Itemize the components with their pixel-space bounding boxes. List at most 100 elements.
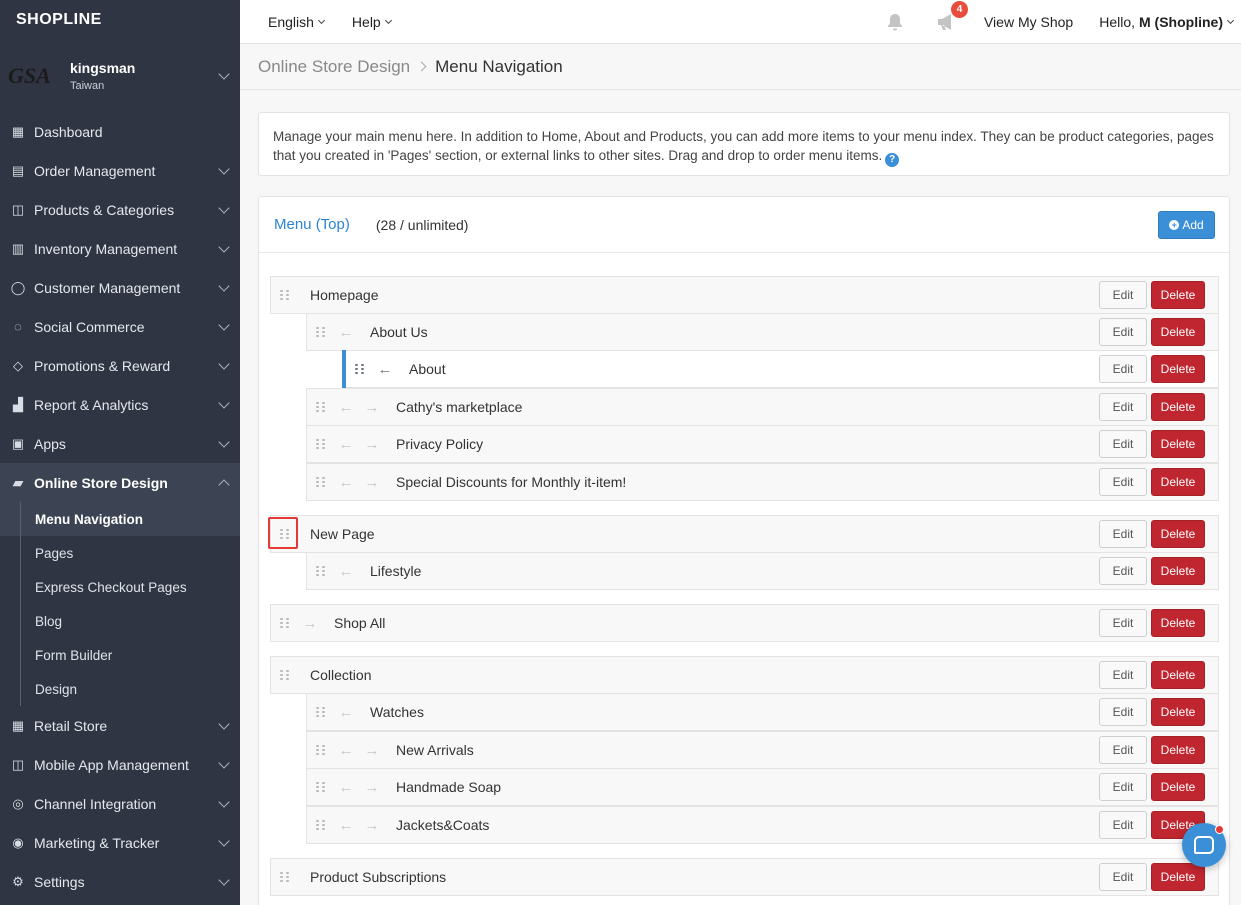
edit-button[interactable]: Edit [1099,281,1147,309]
store-switcher[interactable]: GSA kingsman Taiwan [0,40,240,112]
edit-button[interactable]: Edit [1099,773,1147,801]
view-my-shop-link[interactable]: View My Shop [984,14,1073,30]
sidebar-subitem-pages[interactable]: Pages [0,536,240,570]
sidebar-item-marketing-tracker[interactable]: ◉ Marketing & Tracker [0,823,240,862]
outdent-arrow-icon[interactable]: ← [338,743,354,758]
drag-handle-icon[interactable] [280,289,290,301]
drag-handle-icon[interactable] [316,819,326,831]
edit-button[interactable]: Edit [1099,736,1147,764]
delete-button[interactable]: Delete [1151,281,1205,309]
sidebar-item-mobile-app-management[interactable]: ◫ Mobile App Management [0,745,240,784]
delete-button[interactable]: Delete [1151,393,1205,421]
edit-button[interactable]: Edit [1099,355,1147,383]
menu-row[interactable]: ← → Privacy Policy Edit Delete [306,425,1219,463]
edit-button[interactable]: Edit [1099,318,1147,346]
outdent-arrow-icon[interactable]: ← [338,475,354,490]
delete-button[interactable]: Delete [1151,318,1205,346]
indent-arrow-icon[interactable]: → [302,616,318,631]
user-menu[interactable]: Hello, M (Shopline) [1099,14,1235,30]
menu-row[interactable]: ← → Special Discounts for Monthly it-item!… [306,463,1219,501]
drag-handle-icon[interactable] [280,669,290,681]
edit-button[interactable]: Edit [1099,661,1147,689]
help-dropdown[interactable]: Help [352,14,392,30]
edit-button[interactable]: Edit [1099,468,1147,496]
edit-button[interactable]: Edit [1099,557,1147,585]
outdent-arrow-icon[interactable]: ← [338,780,354,795]
indent-arrow-icon[interactable]: → [364,818,380,833]
sidebar-item-products-categories[interactable]: ◫ Products & Categories [0,190,240,229]
edit-button[interactable]: Edit [1099,520,1147,548]
menu-row[interactable]: → Shop All Edit Delete [270,604,1219,642]
drag-handle-icon[interactable] [316,326,326,338]
sidebar-subitem-menu-navigation[interactable]: Menu Navigation [0,502,240,536]
edit-button[interactable]: Edit [1099,698,1147,726]
breadcrumb-parent[interactable]: Online Store Design [258,57,410,77]
chat-widget[interactable] [1182,823,1226,867]
sidebar-item-promotions-reward[interactable]: ◇ Promotions & Reward [0,346,240,385]
sidebar-item-settings[interactable]: ⚙ Settings [0,862,240,901]
outdent-arrow-icon[interactable]: ← [338,400,354,415]
sidebar-item-inventory-management[interactable]: ▥ Inventory Management [0,229,240,268]
outdent-arrow-icon[interactable]: ← [338,564,354,579]
language-dropdown[interactable]: English [268,14,325,30]
outdent-arrow-icon[interactable]: ← [338,818,354,833]
drag-handle-icon[interactable] [280,617,290,629]
menu-row[interactable]: Homepage Edit Delete [270,276,1219,314]
delete-button[interactable]: Delete [1151,736,1205,764]
menu-panel-title[interactable]: Menu (Top) [274,216,350,233]
edit-button[interactable]: Edit [1099,863,1147,891]
indent-arrow-icon[interactable]: → [364,437,380,452]
bell-icon[interactable] [884,11,906,33]
sidebar-item-channel-integration[interactable]: ◎ Channel Integration [0,784,240,823]
question-icon[interactable]: ? [885,152,900,167]
drag-handle-icon[interactable] [316,565,326,577]
drag-handle-icon[interactable] [280,871,290,883]
sidebar-item-online-store-design[interactable]: ▰ Online Store Design [0,463,240,502]
delete-button[interactable]: Delete [1151,609,1205,637]
menu-row[interactable]: Collection Edit Delete [270,656,1219,694]
menu-row[interactable]: ← Watches Edit Delete [306,693,1219,731]
delete-button[interactable]: Delete [1151,520,1205,548]
delete-button[interactable]: Delete [1151,430,1205,458]
delete-button[interactable]: Delete [1151,468,1205,496]
drag-handle-icon[interactable] [316,438,326,450]
indent-arrow-icon[interactable]: → [364,400,380,415]
edit-button[interactable]: Edit [1099,811,1147,839]
menu-row[interactable]: ← About Edit Delete [342,350,1219,388]
menu-row[interactable]: ← → Cathy's marketplace Edit Delete [306,388,1219,426]
menu-row[interactable]: ← → Handmade Soap Edit Delete [306,768,1219,806]
outdent-arrow-icon[interactable]: ← [338,437,354,452]
sidebar-item-social-commerce[interactable]: ◌ Social Commerce [0,307,240,346]
menu-row[interactable]: ← → Jackets&Coats Edit Delete [306,806,1219,844]
delete-button[interactable]: Delete [1151,661,1205,689]
drag-handle-icon[interactable] [316,476,326,488]
menu-row[interactable]: ← Lifestyle Edit Delete [306,552,1219,590]
sidebar-item-dashboard[interactable]: ▦ Dashboard [0,112,240,151]
drag-handle-icon[interactable] [355,363,365,375]
edit-button[interactable]: Edit [1099,393,1147,421]
sidebar-item-customer-management[interactable]: ◯ Customer Management [0,268,240,307]
drag-handle-icon[interactable] [316,706,326,718]
outdent-arrow-icon[interactable]: ← [338,325,354,340]
megaphone-icon[interactable]: 4 [934,1,968,33]
outdent-arrow-icon[interactable]: ← [338,705,354,720]
delete-button[interactable]: Delete [1151,773,1205,801]
edit-button[interactable]: Edit [1099,430,1147,458]
indent-arrow-icon[interactable]: → [364,780,380,795]
delete-button[interactable]: Delete [1151,863,1205,891]
drag-handle-icon[interactable] [316,781,326,793]
delete-button[interactable]: Delete [1151,698,1205,726]
sidebar-item-order-management[interactable]: ▤ Order Management [0,151,240,190]
delete-button[interactable]: Delete [1151,355,1205,383]
outdent-arrow-icon[interactable]: ← [377,362,393,377]
indent-arrow-icon[interactable]: → [364,475,380,490]
edit-button[interactable]: Edit [1099,609,1147,637]
sidebar-subitem-design[interactable]: Design [0,672,240,706]
sidebar-subitem-form-builder[interactable]: Form Builder [0,638,240,672]
menu-row[interactable]: New Page Edit Delete [270,515,1219,553]
menu-row[interactable]: ← About Us Edit Delete [306,313,1219,351]
sidebar-item-report-analytics[interactable]: ▟ Report & Analytics [0,385,240,424]
sidebar-item-retail-store[interactable]: ▦ Retail Store [0,706,240,745]
sidebar-item-apps[interactable]: ▣ Apps [0,424,240,463]
drag-handle-icon[interactable] [316,744,326,756]
